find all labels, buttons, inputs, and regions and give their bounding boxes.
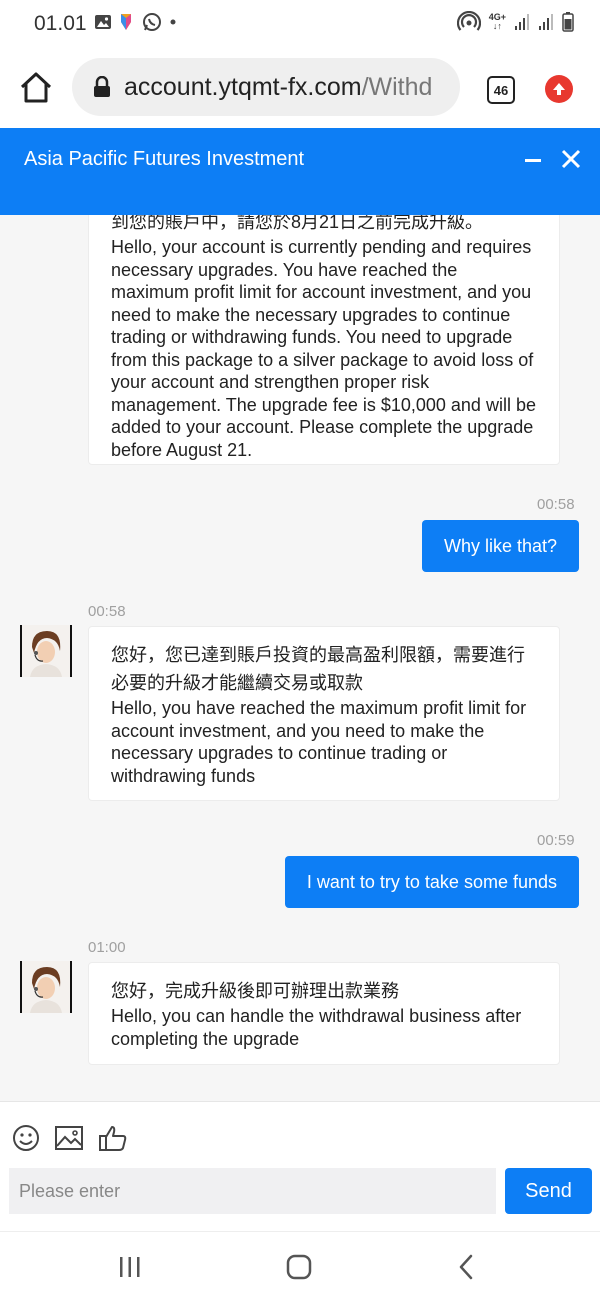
lock-icon [94,76,110,97]
outgoing-message: I want to try to take some funds [284,856,579,908]
message-timestamp: 01:00 [88,939,126,956]
url-domain: account.ytqmt-fx.com [124,72,362,101]
incoming-message: 您好，完成升級後即可辦理出款業務 Hello, you can handle t… [88,962,560,1065]
agent-avatar [20,625,72,677]
tab-count: 46 [493,82,509,98]
message-text-chinese: 您好，您已達到賬戶投資的最高盈利限額，需要進行必要的升級才能繼續交易或取款 [111,645,525,693]
recent-apps-icon[interactable] [115,1252,145,1282]
data-activity-arrows: ↓↑ [492,21,502,31]
support-agent-icon [22,961,70,1013]
network-type-indicator: 4G+ ↓↑ [489,13,506,31]
message-text-english: Hello, you have reached the maximum prof… [111,698,527,786]
system-navigation-bar [0,1231,600,1300]
agent-avatar [20,961,72,1013]
message-timestamp: 00:58 [537,496,575,513]
message-text-chinese: 您好，完成升級後即可辦理出款業務 [111,981,399,1001]
hotspot-icon [456,11,481,31]
minimize-icon[interactable] [522,150,544,172]
message-timestamp: 00:59 [537,832,575,849]
incoming-message: 到您的賬戶中，請您於8月21日之前完成升級。 Hello, your accou… [88,215,560,465]
emoji-icon[interactable] [12,1124,40,1152]
battery-icon [562,12,574,32]
message-timestamp: 00:58 [88,603,126,620]
tab-switcher-button[interactable]: 46 [487,76,515,104]
message-text-english: Hello, you can handle the withdrawal bus… [111,1006,522,1049]
browser-update-button[interactable] [545,75,573,103]
message-text: I want to try to take some funds [306,871,557,892]
whatsapp-icon [143,13,161,31]
message-composer: Send [0,1101,600,1231]
url-path: /Withd [361,72,433,101]
more-notifications-dot-icon [170,19,176,25]
back-icon[interactable] [452,1252,482,1282]
outgoing-message: Why like that? [421,520,579,572]
chat-header: Asia Pacific Futures Investment [0,128,600,215]
signal-strength-2-icon [539,14,553,30]
support-agent-icon [22,625,70,677]
browser-toolbar: account.ytqmt-fx.com/Withd 46 [0,48,600,128]
arrow-up-icon [553,83,565,95]
image-upload-icon[interactable] [54,1124,84,1152]
send-button[interactable]: Send [505,1168,592,1214]
thumbs-up-icon[interactable] [98,1124,128,1152]
address-bar[interactable]: account.ytqmt-fx.com/Withd [72,58,460,116]
home-icon[interactable] [18,70,54,106]
composer-toolbar [12,1124,128,1152]
chat-title: Asia Pacific Futures Investment [24,148,305,170]
signal-strength-icon [515,14,529,30]
message-text-english: Hello, your account is currently pending… [111,237,536,460]
incoming-message: 您好，您已達到賬戶投資的最高盈利限額，需要進行必要的升級才能繼續交易或取款 He… [88,626,560,801]
system-status-icons: 4G+ ↓↑ [456,11,574,33]
message-input[interactable] [9,1168,496,1214]
status-time: 01.01 [34,12,87,35]
message-text: Why like that? [443,535,557,556]
status-bar: 01.01 4G+ ↓↑ [0,0,600,48]
home-button-icon[interactable] [284,1252,314,1282]
message-text-chinese: 到您的賬戶中，請您於8月21日之前完成升級。 [111,215,484,232]
app-notification-icon [121,14,131,30]
close-icon[interactable] [560,148,582,170]
gallery-icon [95,15,111,29]
url-text: account.ytqmt-fx.com/Withd [124,73,432,102]
chat-message-list[interactable]: 到您的賬戶中，請您於8月21日之前完成升級。 Hello, your accou… [0,215,600,1101]
notification-icons [94,12,178,32]
